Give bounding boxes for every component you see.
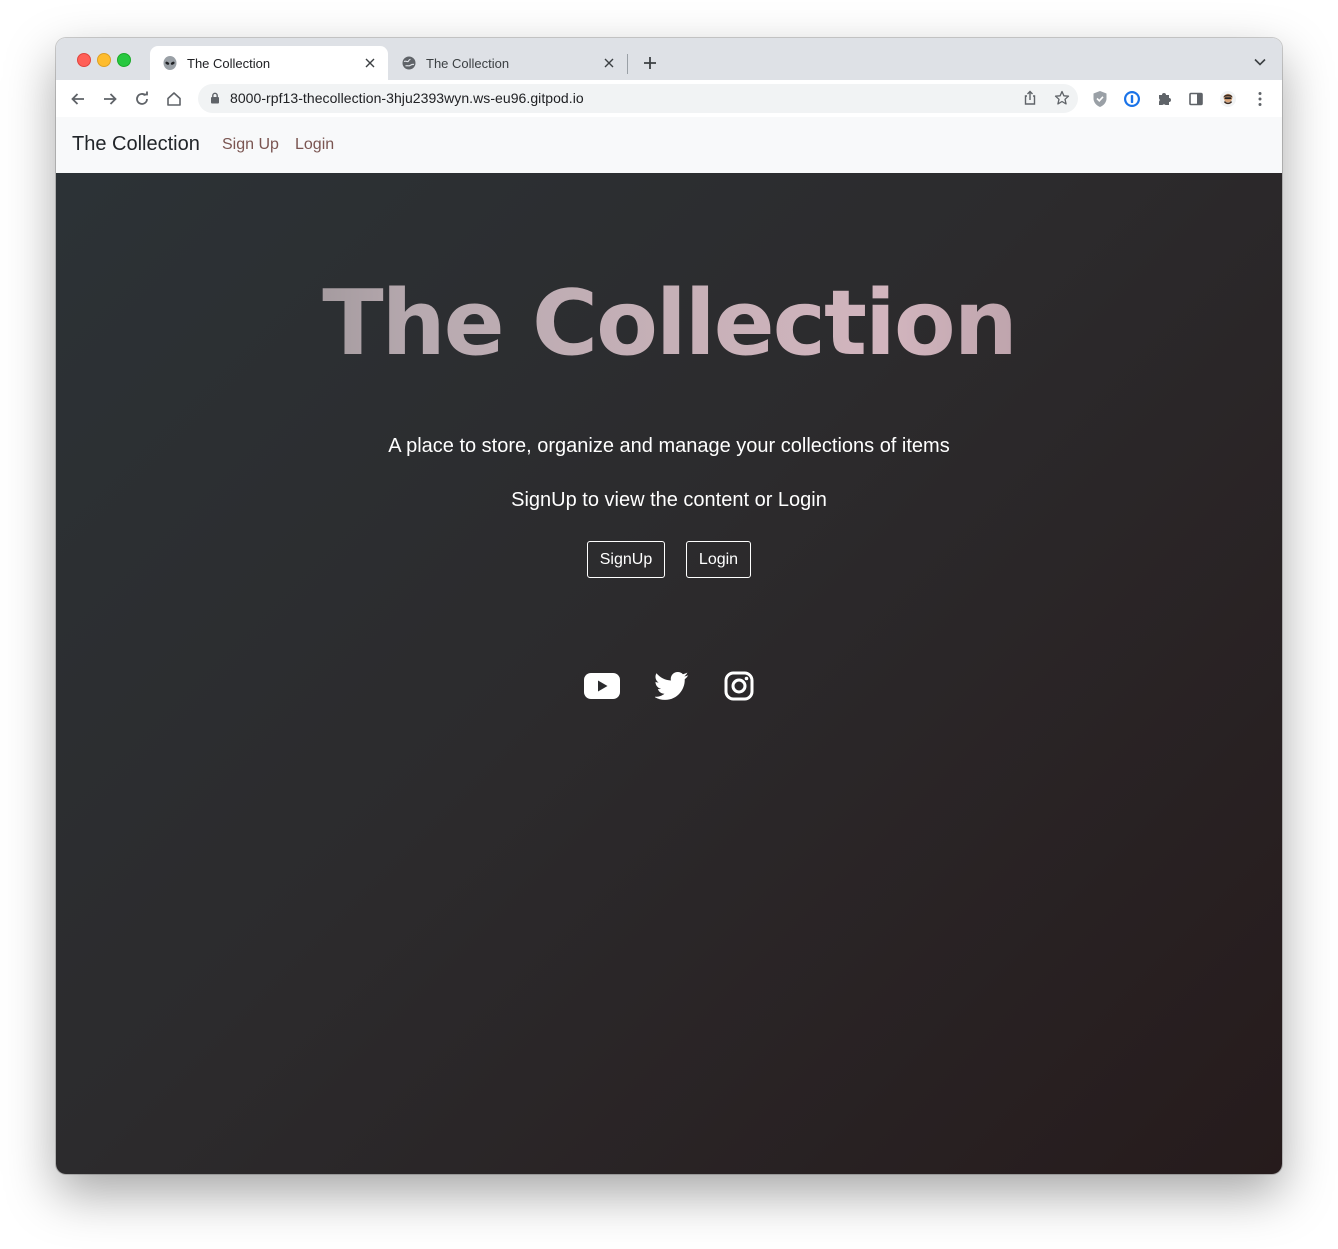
site-navbar: The Collection Sign Up Login [56,117,1282,173]
new-tab-button[interactable] [639,52,661,74]
hero-prompt: SignUp to view the content or Login [511,489,827,511]
home-icon [167,92,181,106]
back-button[interactable] [68,89,88,109]
tab-separator [627,54,628,74]
page-content: The Collection Sign Up Login The Collect… [56,117,1282,1174]
brave-shield-extension[interactable] [1090,89,1110,109]
home-button[interactable] [164,89,184,109]
browser-toolbar: 8000-rpf13-thecollection-3hju2393wyn.ws-… [56,80,1282,118]
tab-the-collection-2[interactable]: The Collection [389,46,627,80]
tab-the-collection-1[interactable]: The Collection [150,46,388,80]
login-button[interactable]: Login [686,541,751,578]
nav-link-sign-up[interactable]: Sign Up [222,136,279,154]
arrow-right-icon [104,93,117,105]
instagram-icon[interactable] [721,668,757,704]
profile-avatar[interactable] [1218,89,1238,109]
tab-search-button[interactable] [1252,54,1268,70]
youtube-icon[interactable] [584,668,620,704]
browser-window: The Collection The Collection 8000-rpf13… [56,38,1282,1174]
globe-icon [401,55,417,71]
bookmark-star-icon[interactable] [1054,90,1070,106]
avatar-icon [1220,91,1236,107]
reload-button[interactable] [132,89,152,109]
hero-title: The Collection [56,269,1282,379]
tab-strip: The Collection The Collection [56,38,1282,80]
reload-icon [136,91,148,105]
shield-icon [1093,91,1107,107]
arrow-left-icon [71,93,84,105]
puzzle-icon [1159,93,1171,105]
tab-title: The Collection [187,55,271,71]
browser-menu-button[interactable] [1250,89,1270,109]
alien-icon [162,55,178,71]
navbar-brand[interactable]: The Collection [72,133,200,156]
maximize-window-button[interactable] [117,53,131,67]
close-tab-icon[interactable] [601,55,617,71]
url-text: 8000-rpf13-thecollection-3hju2393wyn.ws-… [230,90,584,106]
hero-tagline: A place to store, organize and manage yo… [388,435,950,457]
side-panel-icon [1189,92,1203,106]
hero-section: The Collection A place to store, organiz… [56,173,1282,1174]
onepassword-icon [1124,91,1140,107]
share-icon[interactable] [1022,90,1038,106]
chevron-down-icon [1254,58,1266,66]
address-bar[interactable]: 8000-rpf13-thecollection-3hju2393wyn.ws-… [198,84,1078,113]
more-vert-icon [1258,92,1262,106]
forward-button[interactable] [100,89,120,109]
minimize-window-button[interactable] [97,53,111,67]
twitter-icon[interactable] [654,668,690,704]
signup-button[interactable]: SignUp [587,541,665,578]
tab-title: The Collection [426,55,510,71]
side-panel-button[interactable] [1186,89,1206,109]
extensions-button[interactable] [1154,89,1174,109]
close-window-button[interactable] [77,53,91,67]
password-manager-extension[interactable] [1122,89,1142,109]
lock-icon [208,91,222,105]
nav-link-login[interactable]: Login [295,136,334,154]
close-tab-icon[interactable] [362,55,378,71]
plus-icon [644,57,656,69]
